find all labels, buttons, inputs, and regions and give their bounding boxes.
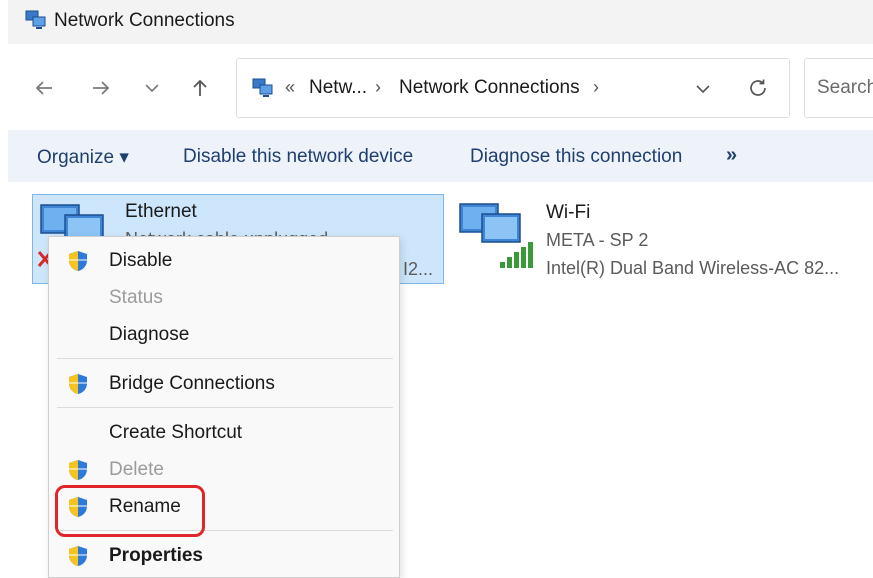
menu-item-diagnose[interactable]: Diagnose (49, 317, 399, 353)
uac-shield-icon (66, 544, 90, 573)
menu-item-label: Properties (109, 545, 203, 566)
uac-shield-icon (66, 372, 90, 401)
breadcrumb-item[interactable]: Netw... (309, 77, 367, 99)
adapter-device: Intel(R) Dual Band Wireless-AC 82... (546, 258, 840, 278)
menu-separator (57, 358, 393, 359)
more-commands-button[interactable]: » (726, 144, 737, 167)
breadcrumb-overflow[interactable]: « (285, 77, 295, 98)
uac-shield-icon (66, 458, 90, 487)
diagnose-connection-button[interactable]: Diagnose this connection (470, 146, 682, 168)
menu-item-bridge-connections[interactable]: Bridge Connections (49, 366, 399, 402)
adapter-network: META - SP 2 (546, 230, 649, 250)
window-title: Network Connections (54, 10, 235, 31)
signal-strength-icon (498, 240, 534, 275)
uac-shield-icon (66, 249, 90, 278)
arrow-up-icon (193, 79, 207, 96)
menu-item-label: Diagnose (109, 324, 190, 345)
up-button[interactable] (184, 72, 216, 104)
menu-item-label: Status (109, 287, 163, 308)
menu-item-status[interactable]: Status (49, 280, 399, 316)
network-connections-icon (24, 8, 48, 37)
menu-item-label: Bridge Connections (109, 373, 275, 394)
adapter-name: Ethernet (125, 201, 197, 222)
title-bar: Network Connections (8, 0, 873, 44)
network-connections-icon (251, 77, 275, 104)
refresh-icon (750, 79, 766, 96)
organize-button[interactable]: Organize ▾ (37, 146, 129, 169)
menu-separator (57, 407, 393, 408)
command-bar: Organize ▾ Disable this network device D… (8, 130, 873, 182)
rename-highlight-box (55, 485, 205, 537)
menu-item-label: Disable (109, 250, 173, 271)
adapter-name: Wi-Fi (546, 202, 591, 223)
adapter-device: I2... (403, 259, 434, 279)
menu-item-properties[interactable]: Properties (49, 538, 399, 574)
breadcrumb-item[interactable]: Network Connections (399, 77, 580, 99)
search-box[interactable]: Search (804, 58, 873, 118)
search-placeholder: Search (817, 77, 873, 98)
refresh-button[interactable] (743, 73, 773, 103)
navigation-bar: « Netw... › Network Connections › Search (8, 44, 873, 130)
menu-item-label: Create Shortcut (109, 422, 243, 443)
chevron-down-icon (696, 85, 710, 94)
breadcrumb-separator[interactable]: › (593, 77, 599, 98)
menu-item-disable[interactable]: Disable (49, 243, 399, 279)
address-dropdown-button[interactable] (689, 75, 717, 103)
arrow-right-icon (93, 81, 110, 95)
forward-button[interactable] (85, 72, 117, 104)
menu-item-create-shortcut[interactable]: Create Shortcut (49, 415, 399, 451)
address-bar[interactable]: « Netw... › Network Connections › (236, 58, 790, 118)
breadcrumb-separator[interactable]: › (375, 77, 381, 98)
arrow-left-icon (35, 81, 52, 95)
adapter-wifi[interactable]: Wi-Fi META - SP 2 Intel(R) Dual Band Wir… (456, 194, 873, 284)
recent-locations-button[interactable] (136, 72, 168, 104)
back-button[interactable] (28, 72, 60, 104)
chevron-down-icon (145, 84, 159, 93)
disable-device-button[interactable]: Disable this network device (183, 146, 413, 168)
menu-item-label: Delete (109, 459, 164, 480)
menu-item-delete[interactable]: Delete (49, 452, 399, 488)
